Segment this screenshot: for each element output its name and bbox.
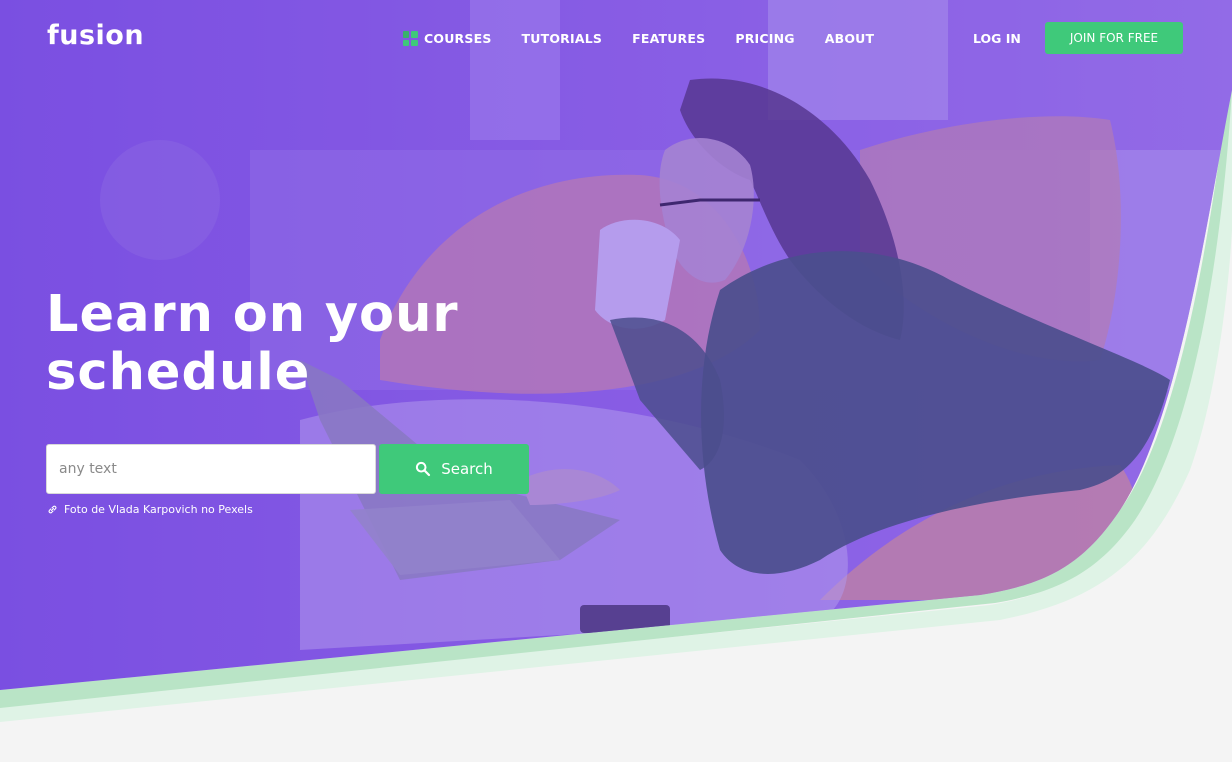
hero-title: Learn on your schedule <box>46 286 466 402</box>
hero-title-line1: Learn on your <box>46 285 459 344</box>
photo-credit-link[interactable]: Foto de Vlada Karpovich no Pexels <box>47 503 253 516</box>
nav-item-features[interactable]: FEATURES <box>632 30 705 46</box>
search-input[interactable] <box>46 444 376 494</box>
search-button-label: Search <box>441 460 493 478</box>
hero-title-line2: schedule <box>46 343 311 402</box>
nav-item-label: PRICING <box>735 30 795 46</box>
search-icon <box>416 461 431 477</box>
photo-credit-text: Foto de Vlada Karpovich no Pexels <box>64 503 253 516</box>
nav-item-courses[interactable]: COURSES <box>403 30 492 46</box>
nav-item-label: ABOUT <box>824 30 875 46</box>
nav-item-pricing[interactable]: PRICING <box>735 30 794 46</box>
nav-item-tutorials[interactable]: TUTORIALS <box>522 30 603 46</box>
join-for-free-button[interactable]: JOIN FOR FREE <box>1045 22 1183 54</box>
nav-item-label: FEATURES <box>632 30 706 46</box>
login-link[interactable]: LOG IN <box>973 31 1021 46</box>
nav-item-label: TUTORIALS <box>521 30 603 46</box>
nav-item-about[interactable]: ABOUT <box>825 30 875 46</box>
main-nav: COURSES TUTORIALS FEATURES PRICING ABOUT <box>403 30 874 46</box>
fusion-logo[interactable]: fusion <box>47 20 144 51</box>
link-icon <box>48 505 57 514</box>
landing-page: fusion COURSES TUTORIALS FEATURES PRICIN… <box>0 0 1232 762</box>
nav-item-label: COURSES <box>424 30 492 46</box>
search-button[interactable]: Search <box>379 444 529 494</box>
grid-icon <box>403 30 418 46</box>
